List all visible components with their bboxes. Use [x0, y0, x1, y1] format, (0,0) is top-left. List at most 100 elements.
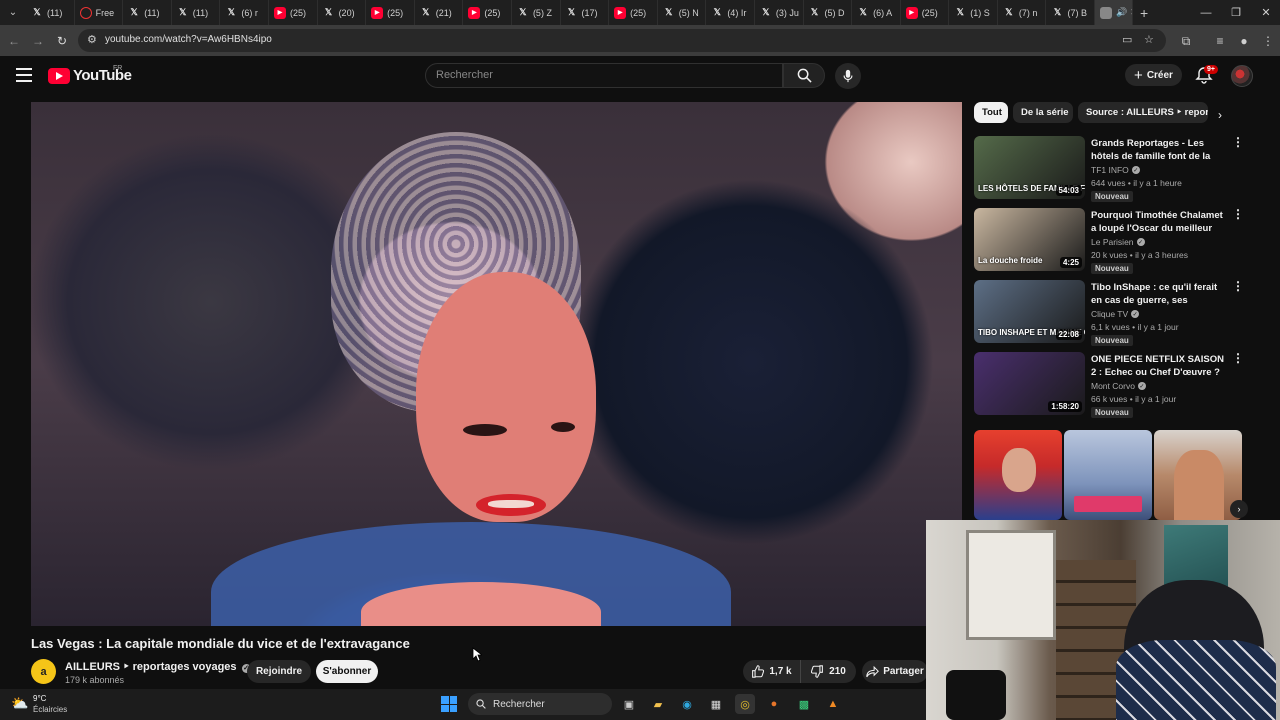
- close-window-button[interactable]: ✕: [1251, 0, 1280, 25]
- short-thumbnail[interactable]: [1154, 430, 1242, 520]
- new-tab-button[interactable]: +: [1133, 5, 1155, 21]
- recommendation-thumbnail[interactable]: La douche froide 4:25: [974, 208, 1085, 271]
- recommendation-title[interactable]: Pourquoi Timothée Chalamet a loupé l'Osc…: [1091, 209, 1227, 236]
- dislike-button[interactable]: 210: [801, 660, 856, 683]
- maximize-button[interactable]: ❐: [1221, 0, 1251, 25]
- browser-tab[interactable]: 𝕏 (11): [26, 0, 75, 25]
- chip-source[interactable]: Source : AILLEURS ‣ reportages voyages: [1078, 102, 1208, 123]
- browser-tab[interactable]: ▶ (25): [463, 0, 512, 25]
- chip-all[interactable]: Tout: [974, 102, 1008, 123]
- short-thumbnail[interactable]: [974, 430, 1062, 520]
- channel-name[interactable]: AILLEURS ‣ reportages voyages ✓: [65, 660, 251, 673]
- profile-icon[interactable]: ●: [1234, 31, 1254, 51]
- browser-tab[interactable]: ▶ (25): [609, 0, 658, 25]
- browser-tab[interactable]: 𝕏 (6) r: [220, 0, 269, 25]
- menu-icon[interactable]: [16, 68, 32, 82]
- vlc-icon[interactable]: ▲: [823, 694, 843, 714]
- browser-tab[interactable]: 𝕏 (7) n: [998, 0, 1047, 25]
- recommendation-channel-name[interactable]: Le Parisien: [1091, 237, 1134, 247]
- edge-icon[interactable]: ◉: [677, 694, 697, 714]
- browser-tab[interactable]: 𝕏 (3) Ju: [755, 0, 804, 25]
- tab-manager-icon[interactable]: ≡: [1210, 31, 1230, 51]
- more-options-icon[interactable]: ⋮: [1232, 208, 1244, 220]
- voice-search-button[interactable]: [835, 63, 861, 89]
- channel-avatar[interactable]: a: [31, 659, 56, 684]
- search-button[interactable]: [783, 63, 825, 88]
- share-button[interactable]: Partager: [862, 660, 928, 683]
- taskbar-search[interactable]: Rechercher: [468, 693, 612, 715]
- browser-tab[interactable]: 𝕏 (5) Z: [512, 0, 561, 25]
- browser-menu-icon[interactable]: ⋮: [1258, 31, 1278, 51]
- tab-search-menu-icon[interactable]: ⌄: [0, 0, 26, 25]
- extensions-icon[interactable]: ⧉: [1176, 31, 1196, 51]
- app-green-icon[interactable]: ▩: [794, 694, 814, 714]
- weather-temperature[interactable]: 9°C: [33, 694, 46, 703]
- shorts-next-icon[interactable]: ›: [1230, 500, 1248, 518]
- browser-tab[interactable]: 𝕏 (11): [172, 0, 221, 25]
- tab-active[interactable]: 🔊 ✕: [1095, 0, 1134, 25]
- search-input[interactable]: Rechercher: [425, 63, 783, 88]
- short-thumbnail[interactable]: [1064, 430, 1152, 520]
- recommendation-channel-name[interactable]: Clique TV: [1091, 309, 1128, 319]
- browser-tab[interactable]: ▶ (25): [366, 0, 415, 25]
- browser-tab[interactable]: 𝕏 (7) B: [1046, 0, 1096, 25]
- like-button[interactable]: 1,7 k: [743, 660, 801, 683]
- start-button[interactable]: [441, 696, 457, 712]
- task-view-icon[interactable]: ▣: [619, 694, 639, 714]
- recommendation-channel-name[interactable]: TF1 INFO: [1091, 165, 1129, 175]
- omnibox[interactable]: ⚙ youtube.com/watch?v=Aw6HBNs4ipo ▭ ☆: [78, 29, 1166, 52]
- cast-icon[interactable]: ▭: [1122, 33, 1132, 46]
- file-explorer-icon[interactable]: ▰: [648, 694, 668, 714]
- join-button[interactable]: Rejoindre: [247, 660, 311, 683]
- recommendation-item[interactable]: La douche froide 4:25 Pourquoi Timothée Ch…: [974, 208, 1244, 274]
- browser-tab[interactable]: 𝕏 (5) N: [658, 0, 707, 25]
- recommendation-channel-name[interactable]: Mont Corvo: [1091, 381, 1135, 391]
- recommendation-item[interactable]: 1:58:20 ONE PIECE NETFLIX SAISON 2 : Eche…: [974, 352, 1244, 418]
- browser-tab[interactable]: 𝕏 (17): [561, 0, 610, 25]
- recommendation-item[interactable]: LES HÔTELS DE FAMILLE FONT DE LA RÉSISTA…: [974, 136, 1244, 202]
- browser-tab[interactable]: ▶ (25): [269, 0, 318, 25]
- recommendation-channel[interactable]: Clique TV ✓: [1091, 309, 1140, 319]
- store-icon[interactable]: ▦: [706, 694, 726, 714]
- recommendation-title[interactable]: Tibo InShape : ce qu'il ferait en cas de…: [1091, 281, 1227, 308]
- recommendation-thumbnail[interactable]: TIBO INSHAPE ET MAXIME GROUSSET22:08: [974, 280, 1085, 343]
- weather-description[interactable]: Éclaircies: [33, 705, 67, 714]
- more-options-icon[interactable]: ⋮: [1232, 280, 1244, 292]
- more-options-icon[interactable]: ⋮: [1232, 352, 1244, 364]
- site-info-icon[interactable]: ⚙: [87, 33, 97, 46]
- firefox-icon[interactable]: ●: [764, 694, 784, 714]
- channel-name-text[interactable]: AILLEURS ‣ reportages voyages: [65, 661, 237, 673]
- url-text[interactable]: youtube.com/watch?v=Aw6HBNs4ipo: [105, 34, 272, 45]
- recommendation-channel[interactable]: Le Parisien ✓: [1091, 237, 1145, 247]
- recommendation-title[interactable]: Grands Reportages - Les hôtels de famill…: [1091, 137, 1227, 164]
- weather-icon[interactable]: ⛅: [11, 695, 28, 712]
- recommendation-thumbnail[interactable]: 1:58:20: [974, 352, 1085, 415]
- account-avatar[interactable]: [1231, 65, 1253, 87]
- browser-tab[interactable]: 𝕏 (21): [415, 0, 464, 25]
- forward-icon[interactable]: →: [28, 31, 48, 51]
- browser-tab[interactable]: 𝕏 (1) S: [949, 0, 998, 25]
- back-icon[interactable]: ←: [4, 31, 24, 51]
- browser-tab[interactable]: 𝕏 (11): [123, 0, 172, 25]
- more-options-icon[interactable]: ⋮: [1232, 136, 1244, 148]
- recommendation-channel[interactable]: TF1 INFO ✓: [1091, 165, 1140, 175]
- browser-tab[interactable]: Free: [75, 0, 124, 25]
- chips-next-icon[interactable]: ›: [1218, 108, 1222, 122]
- recommendation-title[interactable]: ONE PIECE NETFLIX SAISON 2 : Echec ou Ch…: [1091, 353, 1227, 380]
- recommendation-item[interactable]: TIBO INSHAPE ET MAXIME GROUSSET22:08Tibo…: [974, 280, 1244, 346]
- browser-tab[interactable]: ▶ (25): [901, 0, 950, 25]
- browser-tab[interactable]: 𝕏 (20): [318, 0, 367, 25]
- browser-tab[interactable]: 𝕏 (5) D: [804, 0, 853, 25]
- browser-tab[interactable]: 𝕏 (6) A: [852, 0, 901, 25]
- create-button[interactable]: + Créer: [1125, 64, 1182, 86]
- reload-icon[interactable]: ↻: [52, 31, 72, 51]
- bookmark-star-icon[interactable]: ☆: [1144, 33, 1154, 46]
- browser-tab[interactable]: 𝕏 (4) Ir: [706, 0, 755, 25]
- video-player[interactable]: [31, 102, 962, 626]
- chip-series[interactable]: De la série: [1013, 102, 1073, 123]
- subscribe-button[interactable]: S'abonner: [316, 660, 378, 683]
- minimize-button[interactable]: —: [1191, 0, 1221, 25]
- chrome-icon[interactable]: ◎: [735, 694, 755, 714]
- recommendation-thumbnail[interactable]: LES HÔTELS DE FAMILLE FONT DE LA RÉSISTA…: [974, 136, 1085, 199]
- recommendation-channel[interactable]: Mont Corvo ✓: [1091, 381, 1146, 391]
